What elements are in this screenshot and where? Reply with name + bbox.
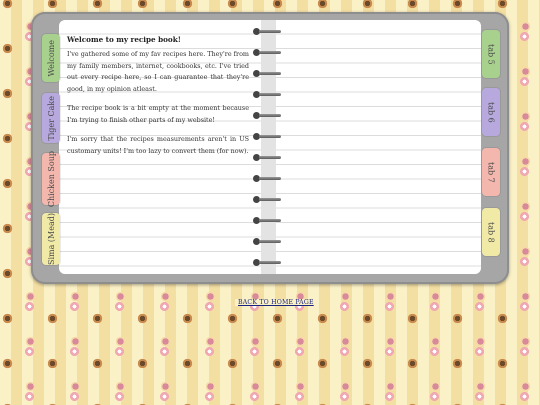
tab-sima-mead[interactable]: Sima (Mead)	[42, 213, 60, 265]
book-spine	[261, 20, 276, 274]
tab-label: tab 8	[486, 221, 496, 243]
spiral-ring	[253, 91, 283, 98]
welcome-content: Welcome to my recipe book! I've gathered…	[67, 34, 249, 165]
spiral-ring	[253, 70, 283, 77]
tab-5[interactable]: tab 5	[482, 30, 500, 78]
tab-7[interactable]: tab 7	[482, 148, 500, 196]
spiral-ring	[253, 217, 283, 224]
tab-tiger-cake[interactable]: Tiger Cake	[42, 93, 60, 143]
spiral-ring	[253, 196, 283, 203]
intro-paragraph: I've gathered some of my fav recipes her…	[67, 50, 249, 93]
spiral-ring	[253, 259, 283, 266]
tab-label: tab 5	[486, 43, 496, 65]
tab-chicken-soup[interactable]: Chicken Soup	[42, 150, 60, 208]
tab-label: tab 6	[486, 101, 496, 123]
spiral-ring	[253, 154, 283, 161]
tab-label: tab 7	[486, 161, 496, 183]
units-paragraph: I'm sorry that the recipes measurements …	[67, 135, 249, 155]
status-paragraph: The recipe book is a bit empty at the mo…	[67, 104, 249, 124]
page-title: Welcome to my recipe book!	[67, 35, 181, 44]
back-to-home-link[interactable]: BACK TO HOME PAGE	[235, 299, 317, 306]
spiral-ring	[253, 49, 283, 56]
spiral-ring	[253, 28, 283, 35]
tab-welcome[interactable]: Welcome	[42, 34, 60, 82]
spiral-ring	[253, 133, 283, 140]
tab-label: Welcome	[46, 39, 56, 77]
spiral-ring	[253, 112, 283, 119]
tab-label: Chicken Soup	[46, 150, 56, 208]
right-page	[276, 20, 481, 274]
tab-8[interactable]: tab 8	[482, 208, 500, 256]
tab-label: Tiger Cake	[46, 95, 56, 141]
tab-label: Sima (Mead)	[46, 213, 56, 265]
spiral-ring	[253, 238, 283, 245]
tab-6[interactable]: tab 6	[482, 88, 500, 136]
spiral-ring	[253, 175, 283, 182]
recipe-book: Welcome to my recipe book! I've gathered…	[31, 12, 509, 284]
